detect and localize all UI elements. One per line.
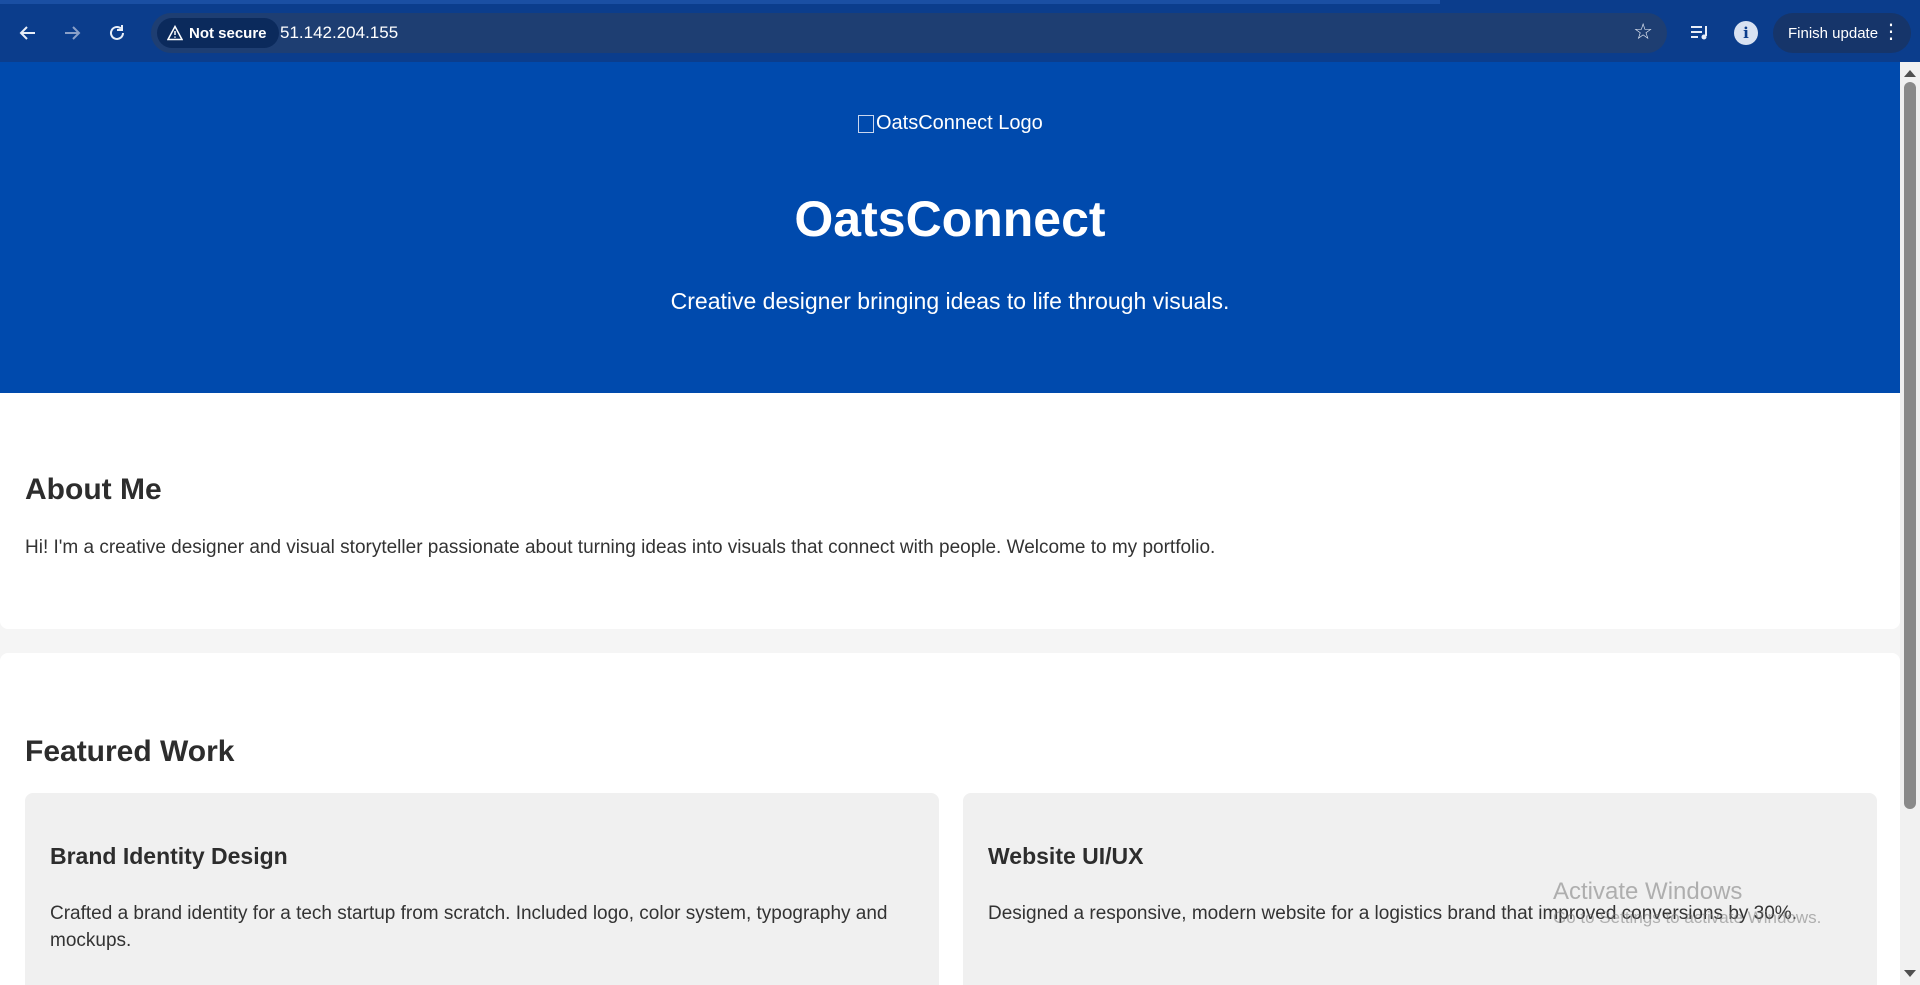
broken-image-icon [858, 114, 874, 133]
windows-activation-watermark: Activate Windows Go to Settings to activ… [1553, 878, 1821, 928]
site-security-chip[interactable]: Not secure [157, 18, 279, 48]
about-text: Hi! I'm a creative designer and visual s… [25, 537, 1216, 558]
tab-strip-edge [0, 0, 1440, 4]
work-card-title: Website UI/UX [988, 843, 1144, 869]
kebab-menu-icon[interactable]: ⋮ [1881, 19, 1901, 45]
star-icon[interactable]: ☆ [1633, 19, 1653, 45]
finish-update-button[interactable]: Finish update ⋮ [1773, 13, 1911, 53]
warning-triangle-icon [167, 25, 183, 41]
scroll-down-arrow-icon[interactable] [1904, 970, 1916, 977]
about-heading: About Me [25, 473, 162, 506]
watermark-subtitle: Go to Settings to activate Windows. [1553, 908, 1822, 927]
browser-toolbar: Not secure 51.142.204.155 ☆ i Finish upd… [0, 0, 1920, 62]
security-label: Not secure [189, 24, 267, 42]
hero-header: OatsConnect Logo OatsConnect Creative de… [0, 62, 1900, 393]
work-card-title: Brand Identity Design [50, 843, 288, 869]
forward-arrow-icon [65, 26, 81, 40]
forward-button[interactable] [56, 17, 88, 49]
site-tagline: Creative designer bringing ideas to life… [670, 288, 1230, 314]
media-queue-icon [1691, 26, 1707, 40]
profile-button[interactable]: i [1730, 17, 1762, 49]
back-button[interactable] [12, 17, 44, 49]
back-arrow-icon [19, 26, 35, 40]
site-title: OatsConnect [794, 191, 1106, 247]
work-card: Brand Identity Design Crafted a brand id… [25, 793, 939, 985]
address-bar[interactable]: Not secure 51.142.204.155 ☆ [151, 13, 1667, 53]
page-scrollbar[interactable] [1900, 62, 1920, 985]
watermark-title: Activate Windows [1553, 878, 1743, 905]
about-section: About Me Hi! I'm a creative designer and… [0, 393, 1900, 629]
work-card-description: Crafted a brand identity for a tech star… [50, 903, 888, 951]
featured-work-heading: Featured Work [25, 735, 235, 768]
info-icon: i [1734, 21, 1758, 45]
featured-work-section: Featured Work Brand Identity Design Craf… [0, 653, 1900, 985]
scrollbar-thumb[interactable] [1904, 82, 1916, 809]
logo-alt-text: OatsConnect Logo [876, 112, 1043, 134]
scroll-up-arrow-icon[interactable] [1904, 70, 1916, 77]
logo-image: OatsConnect Logo [858, 112, 1043, 135]
finish-update-label: Finish update [1788, 24, 1879, 42]
reload-button[interactable] [101, 17, 133, 49]
page-viewport: OatsConnect Logo OatsConnect Creative de… [0, 62, 1900, 985]
reload-icon [110, 25, 124, 40]
media-queue-button[interactable] [1684, 17, 1716, 49]
url-text[interactable]: 51.142.204.155 [280, 23, 398, 43]
